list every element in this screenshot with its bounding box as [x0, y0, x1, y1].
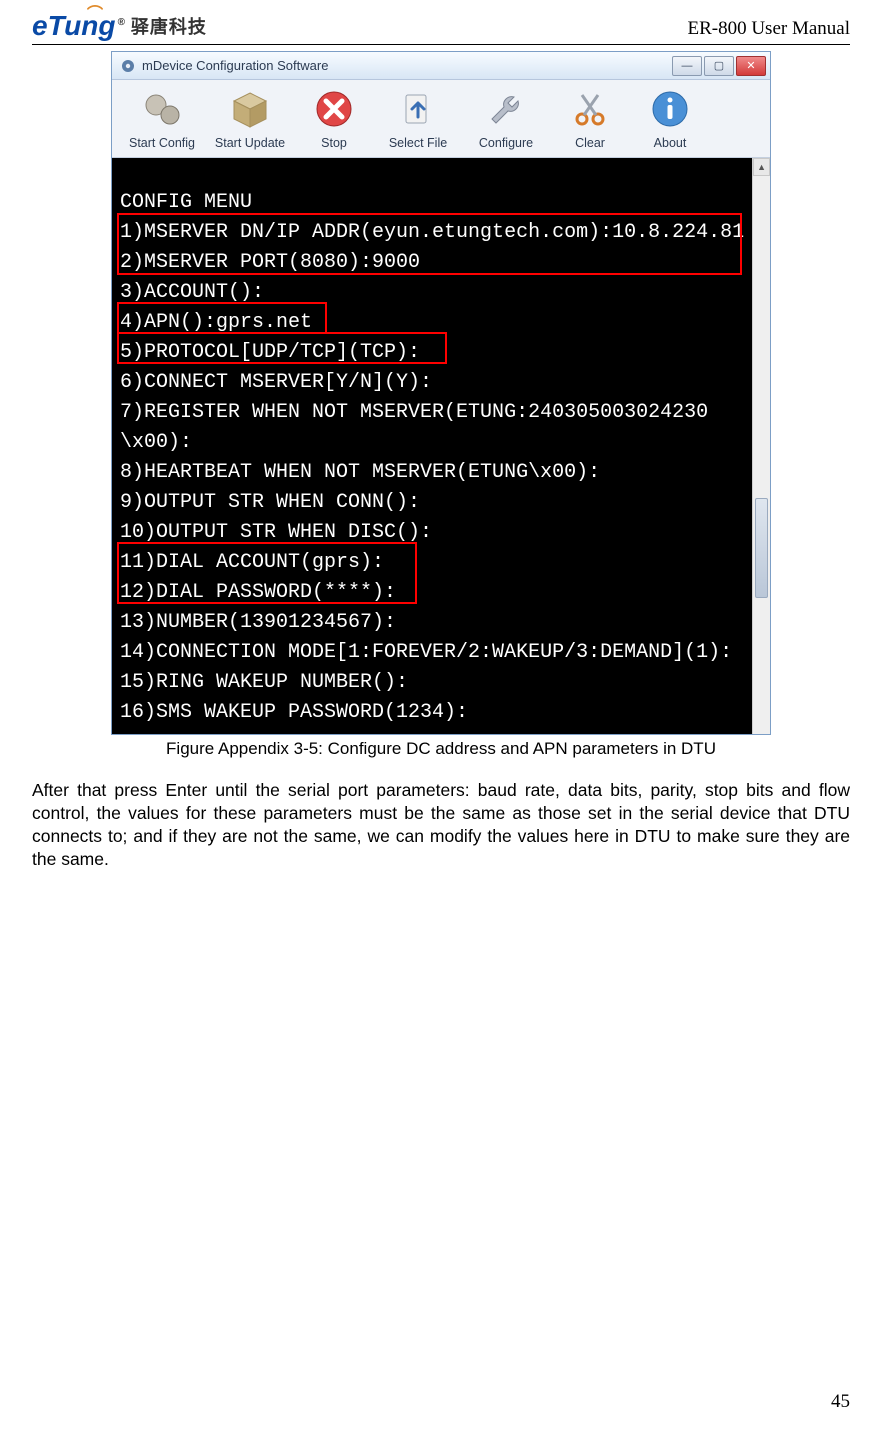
file-up-icon: [396, 87, 440, 131]
wifi-icon: ⌒: [87, 0, 103, 24]
toolbar-label: Start Config: [121, 136, 203, 150]
brand-logo: eTung⌒® 驿唐科技: [32, 10, 207, 42]
wrench-icon: [484, 87, 528, 131]
logo-wordmark: eTung⌒®: [32, 10, 125, 42]
stop-icon: [312, 87, 356, 131]
start-config-button[interactable]: Start Config: [118, 84, 206, 155]
terminal-line: 9)OUTPUT STR WHEN CONN():: [120, 488, 744, 518]
terminal-output: CONFIG MENU 1)MSERVER DN/IP ADDR(eyun.et…: [112, 158, 752, 734]
scrollbar[interactable]: ▲: [752, 158, 770, 734]
stop-button[interactable]: Stop: [294, 84, 374, 155]
terminal-line: 7)REGISTER WHEN NOT MSERVER(ETUNG:240305…: [120, 398, 744, 428]
terminal-line: 14)CONNECTION MODE[1:FOREVER/2:WAKEUP/3:…: [120, 638, 744, 668]
scissors-icon: [568, 87, 612, 131]
info-icon: [648, 87, 692, 131]
titlebar: mDevice Configuration Software — ▢ ✕: [112, 52, 770, 80]
start-update-button[interactable]: Start Update: [206, 84, 294, 155]
scroll-up-button[interactable]: ▲: [753, 158, 770, 176]
terminal-line: 12)DIAL PASSWORD(****):: [120, 578, 744, 608]
toolbar-label: Configure: [465, 136, 547, 150]
terminal-line: 11)DIAL ACCOUNT(gprs):: [120, 548, 744, 578]
toolbar-label: Select File: [377, 136, 459, 150]
box-icon: [228, 87, 272, 131]
terminal-line: \x00):: [120, 428, 744, 458]
page-header: eTung⌒® 驿唐科技 ER-800 User Manual: [32, 10, 850, 45]
terminal-line: 13)NUMBER(13901234567):: [120, 608, 744, 638]
terminal-line: 15)RING WAKEUP NUMBER():: [120, 668, 744, 698]
toolbar-label: Stop: [297, 136, 371, 150]
toolbar-label: Start Update: [209, 136, 291, 150]
app-window: mDevice Configuration Software — ▢ ✕ Sta…: [111, 51, 771, 735]
terminal-line: 10)OUTPUT STR WHEN DISC():: [120, 518, 744, 548]
logo-chinese: 驿唐科技: [131, 13, 207, 39]
terminal-line: 2)MSERVER PORT(8080):9000: [120, 248, 744, 278]
configure-button[interactable]: Configure: [462, 84, 550, 155]
terminal-line: 6)CONNECT MSERVER[Y/N](Y):: [120, 368, 744, 398]
select-file-button[interactable]: Select File: [374, 84, 462, 155]
window-controls: — ▢ ✕: [670, 56, 766, 76]
toolbar-label: Clear: [553, 136, 627, 150]
gear-icon: [120, 58, 136, 74]
body-paragraph: After that press Enter until the serial …: [32, 779, 850, 871]
terminal-line: 8)HEARTBEAT WHEN NOT MSERVER(ETUNG\x00):: [120, 458, 744, 488]
terminal-line: 1)MSERVER DN/IP ADDR(eyun.etungtech.com)…: [120, 218, 744, 248]
gears-icon: [140, 87, 184, 131]
maximize-button[interactable]: ▢: [704, 56, 734, 76]
close-button[interactable]: ✕: [736, 56, 766, 76]
terminal-line: 4)APN():gprs.net: [120, 308, 744, 338]
terminal-line: 16)SMS WAKEUP PASSWORD(1234):: [120, 698, 744, 728]
terminal-line: 3)ACCOUNT():: [120, 278, 744, 308]
window-title: mDevice Configuration Software: [142, 58, 328, 73]
registered-mark: ®: [117, 17, 124, 28]
scroll-thumb[interactable]: [755, 498, 768, 598]
page-number: 45: [831, 1391, 850, 1413]
document-title: ER-800 User Manual: [687, 18, 850, 42]
toolbar-label: About: [633, 136, 707, 150]
clear-button[interactable]: Clear: [550, 84, 630, 155]
minimize-button[interactable]: —: [672, 56, 702, 76]
about-button[interactable]: About: [630, 84, 710, 155]
figure-caption: Figure Appendix 3-5: Configure DC addres…: [32, 739, 850, 759]
terminal-line: 5)PROTOCOL[UDP/TCP](TCP):: [120, 338, 744, 368]
terminal-heading: CONFIG MENU: [120, 188, 744, 218]
toolbar: Start Config Start Update Stop Select Fi…: [112, 80, 770, 158]
